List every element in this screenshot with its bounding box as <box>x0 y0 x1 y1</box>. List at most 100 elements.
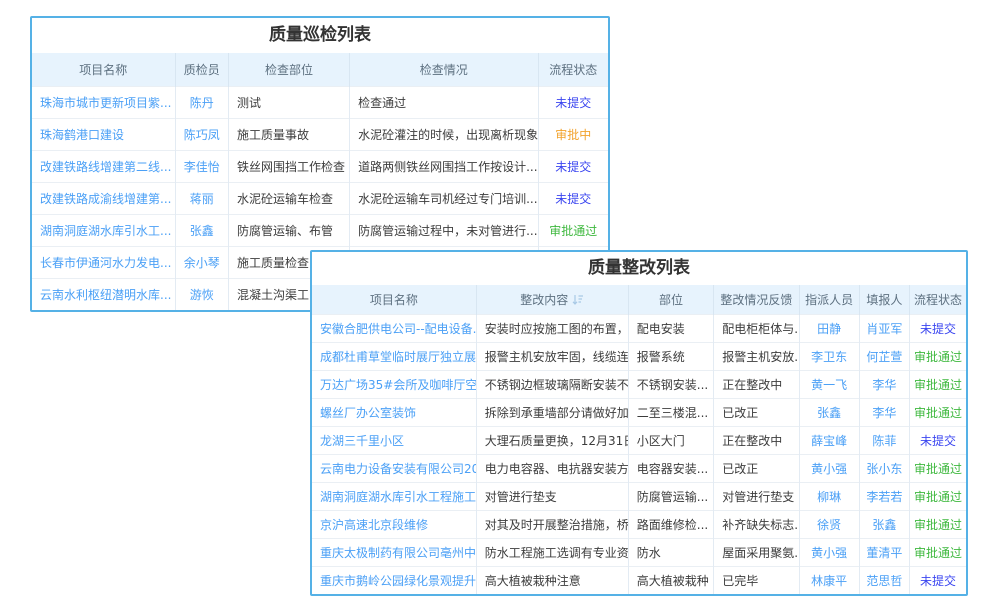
part-cell: 路面维修检... <box>628 511 713 539</box>
part-cell: 高大植被栽种 <box>628 567 713 595</box>
table-row: 重庆太极制药有限公司亳州中...防水工程施工选调有专业资质...防水屋面采用聚氨… <box>312 539 966 567</box>
reporter-link[interactable]: 李华 <box>859 399 910 427</box>
reporter-link[interactable]: 肖亚军 <box>859 315 910 343</box>
column-header-label: 项目名称 <box>370 293 418 307</box>
column-header: 项目名称 <box>32 53 175 87</box>
inspection-header-row: 项目名称 质检员检查部位 检查情况 流程状态 <box>32 53 608 87</box>
table-row: 珠海鹤港口建设陈巧凤施工质量事故水泥砼灌注的时候，出现离析现象审批中 <box>32 119 608 151</box>
assignee-link[interactable]: 黄小强 <box>799 455 859 483</box>
part-cell: 电容器安装... <box>628 455 713 483</box>
column-header: 部位 <box>628 285 713 315</box>
assignee-link[interactable]: 薛宝峰 <box>799 427 859 455</box>
feedback-cell: 补齐缺失标志... <box>714 511 799 539</box>
part-cell: 铁丝网围挡工作检查 <box>229 151 350 183</box>
column-header-label: 流程状态 <box>914 293 962 307</box>
table-row: 改建铁路成渝线增建第...蒋丽水泥砼运输车检查水泥砼运输车司机经过专门培训...… <box>32 183 608 215</box>
assignee-link[interactable]: 黄小强 <box>799 539 859 567</box>
project-link[interactable]: 湖南洞庭湖水库引水工程施工标 <box>312 483 476 511</box>
situation-cell: 水泥砼灌注的时候，出现离析现象 <box>350 119 539 151</box>
column-header: 项目名称 <box>312 285 476 315</box>
table-row: 万达广场35#会所及咖啡厅空...不锈钢边框玻璃隔断安装不牢...不锈钢安装..… <box>312 371 966 399</box>
reporter-link[interactable]: 张鑫 <box>859 511 910 539</box>
inspector-link[interactable]: 陈巧凤 <box>175 119 229 151</box>
project-link[interactable]: 龙湖三千里小区 <box>312 427 476 455</box>
status-text: 审批通过 <box>910 399 966 427</box>
assignee-link[interactable]: 林康平 <box>799 567 859 595</box>
column-header-label: 质检员 <box>184 63 220 77</box>
reporter-link[interactable]: 董清平 <box>859 539 910 567</box>
column-header-label: 填报人 <box>866 293 902 307</box>
project-link[interactable]: 长春市伊通河水力发电... <box>32 247 175 279</box>
project-link[interactable]: 重庆太极制药有限公司亳州中... <box>312 539 476 567</box>
content-cell: 报警主机安放牢固，线缆连接... <box>476 343 628 371</box>
table-row: 龙湖三千里小区大理石质量更换，12月31日之...小区大门正在整改中薛宝峰陈菲未… <box>312 427 966 455</box>
column-header: 检查部位 <box>229 53 350 87</box>
reporter-link[interactable]: 何芷萱 <box>859 343 910 371</box>
column-header-label: 整改内容 <box>520 293 568 307</box>
reporter-link[interactable]: 张小东 <box>859 455 910 483</box>
assignee-link[interactable]: 徐贤 <box>799 511 859 539</box>
status-text: 审批通过 <box>910 455 966 483</box>
status-text: 未提交 <box>910 427 966 455</box>
reporter-link[interactable]: 李若若 <box>859 483 910 511</box>
table-row: 湖南洞庭湖水库引水工程施工标对管进行垫支防腐管运输...对管进行垫支柳琳李若若审… <box>312 483 966 511</box>
column-header: 质检员 <box>175 53 229 87</box>
column-header: 流程状态 <box>538 53 608 87</box>
column-header-label: 指派人员 <box>805 293 853 307</box>
assignee-link[interactable]: 张鑫 <box>799 399 859 427</box>
status-text: 审批通过 <box>538 215 608 247</box>
content-cell: 不锈钢边框玻璃隔断安装不牢... <box>476 371 628 399</box>
inspector-link[interactable]: 蒋丽 <box>175 183 229 215</box>
project-link[interactable]: 改建铁路成渝线增建第... <box>32 183 175 215</box>
status-text: 未提交 <box>538 87 608 119</box>
inspector-link[interactable]: 李佳怡 <box>175 151 229 183</box>
project-link[interactable]: 湖南洞庭湖水库引水工... <box>32 215 175 247</box>
table-row: 成都杜甫草堂临时展厅独立展...报警主机安放牢固，线缆连接...报警系统报警主机… <box>312 343 966 371</box>
project-link[interactable]: 重庆市鹅岭公园绿化景观提升... <box>312 567 476 595</box>
reporter-link[interactable]: 李华 <box>859 371 910 399</box>
project-link[interactable]: 云南水利枢纽潜明水库... <box>32 279 175 311</box>
table-row: 改建铁路线增建第二线...李佳怡铁丝网围挡工作检查道路两侧铁丝网围挡工作按设计.… <box>32 151 608 183</box>
status-text: 未提交 <box>910 567 966 595</box>
content-cell: 对管进行垫支 <box>476 483 628 511</box>
status-text: 审批通过 <box>910 511 966 539</box>
inspector-link[interactable]: 陈丹 <box>175 87 229 119</box>
column-header-label: 项目名称 <box>79 63 127 77</box>
assignee-link[interactable]: 李卫东 <box>799 343 859 371</box>
situation-cell: 道路两侧铁丝网围挡工作按设计... <box>350 151 539 183</box>
status-text: 未提交 <box>538 151 608 183</box>
inspector-link[interactable]: 余小琴 <box>175 247 229 279</box>
sort-icon[interactable] <box>572 294 584 308</box>
feedback-cell: 已完毕 <box>714 567 799 595</box>
rectification-list-title: 质量整改列表 <box>312 252 966 285</box>
project-link[interactable]: 螺丝厂办公室装饰 <box>312 399 476 427</box>
table-row: 湖南洞庭湖水库引水工...张鑫防腐管运输、布管防腐管运输过程中，未对管进行...… <box>32 215 608 247</box>
table-row: 京沪高速北京段维修对其及时开展整治措施，桥头...路面维修检...补齐缺失标志.… <box>312 511 966 539</box>
assignee-link[interactable]: 柳琳 <box>799 483 859 511</box>
reporter-link[interactable]: 陈菲 <box>859 427 910 455</box>
inspector-link[interactable]: 张鑫 <box>175 215 229 247</box>
part-cell: 防腐管运输... <box>628 483 713 511</box>
project-link[interactable]: 云南电力设备安装有限公司20... <box>312 455 476 483</box>
part-cell: 不锈钢安装... <box>628 371 713 399</box>
assignee-link[interactable]: 田静 <box>799 315 859 343</box>
column-header[interactable]: 整改内容 <box>476 285 628 315</box>
feedback-cell: 配电柜柜体与... <box>714 315 799 343</box>
column-header-label: 检查情况 <box>420 63 468 77</box>
feedback-cell: 对管进行垫支 <box>714 483 799 511</box>
assignee-link[interactable]: 黄一飞 <box>799 371 859 399</box>
project-link[interactable]: 改建铁路线增建第二线... <box>32 151 175 183</box>
project-link[interactable]: 珠海市城市更新项目紫... <box>32 87 175 119</box>
project-link[interactable]: 成都杜甫草堂临时展厅独立展... <box>312 343 476 371</box>
project-link[interactable]: 京沪高速北京段维修 <box>312 511 476 539</box>
project-link[interactable]: 珠海鹤港口建设 <box>32 119 175 151</box>
content-cell: 防水工程施工选调有专业资质... <box>476 539 628 567</box>
column-header: 整改情况反馈 <box>714 285 799 315</box>
inspector-link[interactable]: 游恢 <box>175 279 229 311</box>
feedback-cell: 正在整改中 <box>714 371 799 399</box>
column-header: 填报人 <box>859 285 910 315</box>
reporter-link[interactable]: 范思哲 <box>859 567 910 595</box>
content-cell: 安装时应按施工图的布置，将... <box>476 315 628 343</box>
project-link[interactable]: 安徽合肥供电公司--配电设备... <box>312 315 476 343</box>
project-link[interactable]: 万达广场35#会所及咖啡厅空... <box>312 371 476 399</box>
